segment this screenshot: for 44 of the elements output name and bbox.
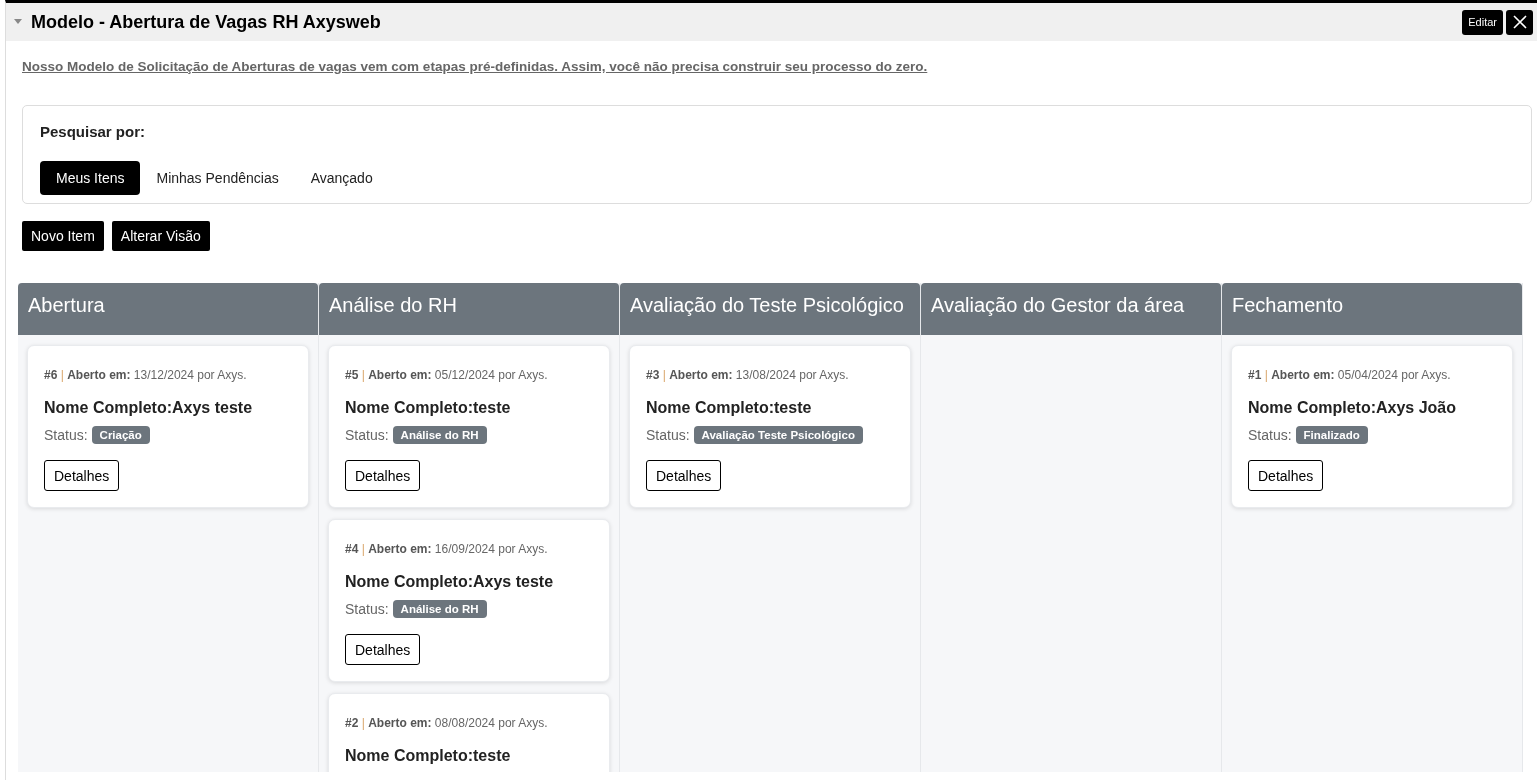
status-badge: Avaliação Teste Psicológico <box>693 426 863 444</box>
card-meta: #5 | Aberto em: 05/12/2024 por Axys. <box>345 368 549 382</box>
column-header: Avaliação do Gestor da área <box>921 283 1221 335</box>
details-button[interactable]: Detalhes <box>345 634 421 665</box>
edit-button[interactable]: Editar <box>1462 9 1503 35</box>
details-button[interactable]: Detalhes <box>44 460 120 491</box>
search-label: Pesquisar por: <box>40 123 147 140</box>
column-header: Fechamento <box>1222 283 1522 335</box>
close-button[interactable] <box>1506 9 1533 35</box>
details-button[interactable]: Detalhes <box>345 460 421 491</box>
close-icon <box>1511 14 1528 30</box>
filter-tab[interactable]: Meus Itens <box>40 161 141 195</box>
card-name: Nome Completo:Axys João <box>1248 399 1458 417</box>
status-badge: Análise do RH <box>392 426 487 444</box>
card-meta: #2 | Aberto em: 08/08/2024 por Axys. <box>345 716 549 730</box>
card-name: Nome Completo:teste <box>646 399 813 417</box>
card-name: Nome Completo:teste <box>345 747 512 765</box>
caret-icon[interactable] <box>14 19 22 25</box>
status-label: Status: <box>345 427 389 443</box>
card-meta: #4 | Aberto em: 16/09/2024 por Axys. <box>345 542 549 556</box>
filter-tab[interactable]: Avançado <box>294 161 389 195</box>
status-badge: Finalizado <box>1295 426 1368 444</box>
column-header: Avaliação do Teste Psicológico <box>620 283 920 335</box>
status-label: Status: <box>345 601 389 617</box>
card-meta: #1 | Aberto em: 05/04/2024 por Axys. <box>1248 368 1452 382</box>
filter-tab[interactable]: Minhas Pendências <box>140 161 295 195</box>
status-label: Status: <box>646 427 690 443</box>
status-badge: Criação <box>91 426 150 444</box>
status-label: Status: <box>44 427 88 443</box>
card-name: Nome Completo:teste <box>345 399 512 417</box>
column-header: Análise do RH <box>319 283 619 335</box>
panel-title: Modelo - Abertura de Vagas RH Axysweb <box>31 11 381 33</box>
description-link[interactable]: Nosso Modelo de Solicitação de Aberturas de vagas vem com etapas pré-definidas. Assim, você não precisa construir seu processo do zero. <box>22 59 928 74</box>
details-button[interactable]: Detalhes <box>646 460 722 491</box>
details-button[interactable]: Detalhes <box>1248 460 1324 491</box>
card-meta: #3 | Aberto em: 13/08/2024 por Axys. <box>646 368 850 382</box>
status-label: Status: <box>1248 427 1292 443</box>
card-name: Nome Completo:Axys teste <box>345 573 555 591</box>
status-badge: Análise do RH <box>392 600 487 618</box>
change-view-button[interactable]: Alterar Visão <box>111 221 210 251</box>
card-name: Nome Completo:Axys teste <box>44 399 254 417</box>
new-item-button[interactable]: Novo Item <box>22 221 104 251</box>
card-meta: #6 | Aberto em: 13/12/2024 por Axys. <box>44 368 248 382</box>
column-header: Abertura <box>18 283 318 335</box>
